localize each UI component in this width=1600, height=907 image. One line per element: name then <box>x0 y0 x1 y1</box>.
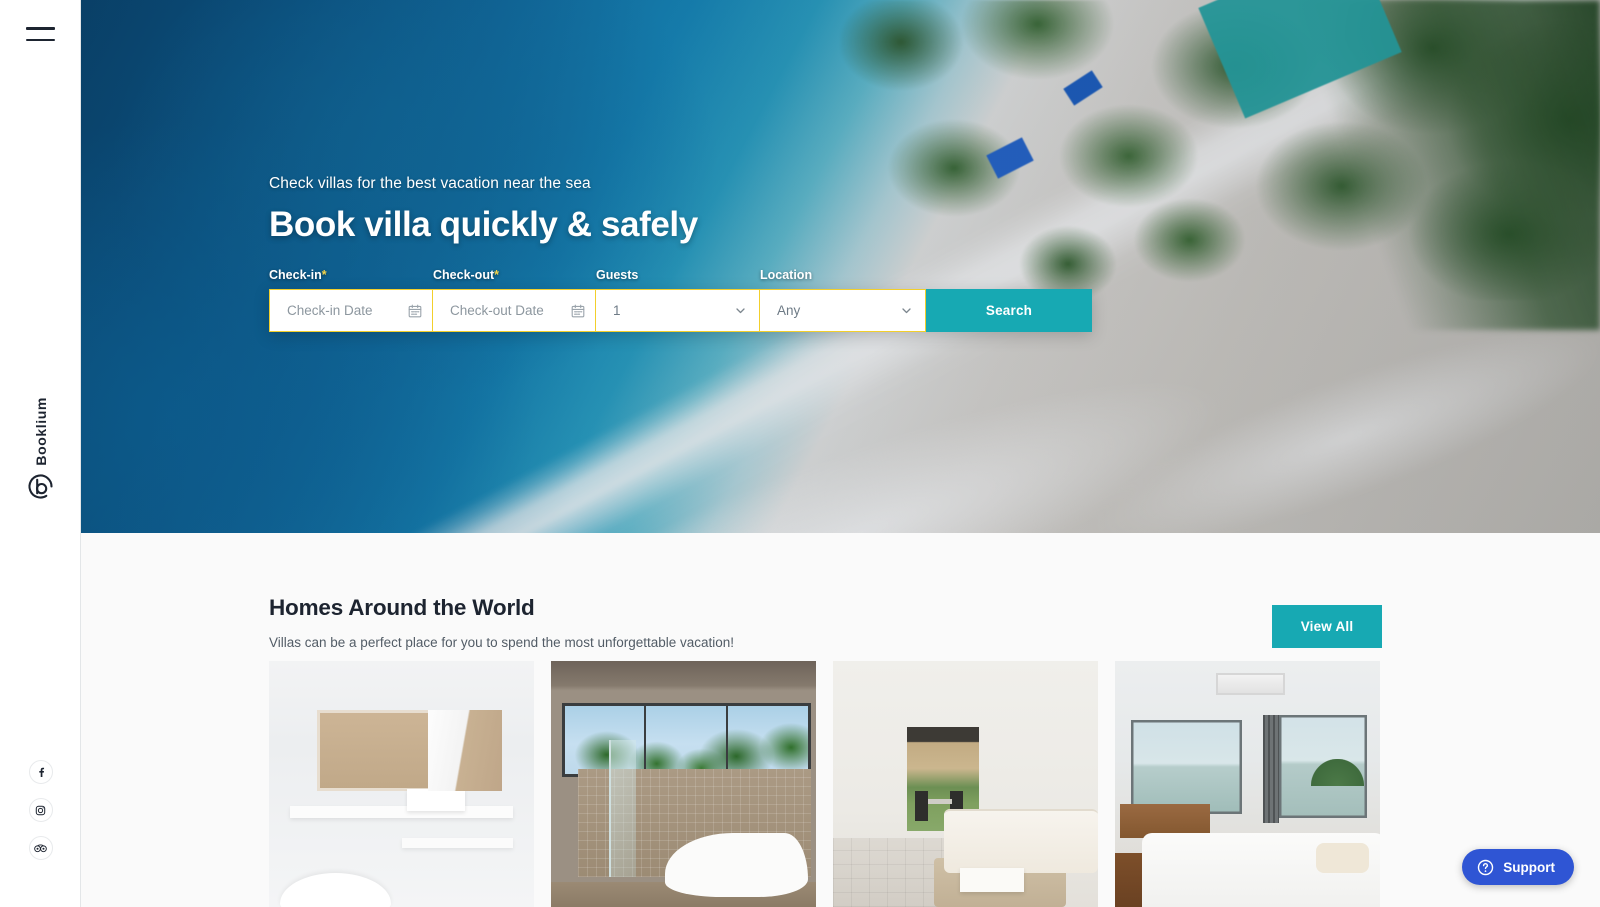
checkin-label-text: Check-in <box>269 268 322 282</box>
facebook-icon[interactable] <box>28 760 53 784</box>
hero-background-image <box>81 0 1600 533</box>
question-circle-icon <box>1478 859 1494 875</box>
search-field-labels: Check-in* Check-out* Guests Location <box>269 268 1092 289</box>
homes-around-the-world-section: Homes Around the World Villas can be a p… <box>81 533 1600 907</box>
left-sidebar: Booklium <box>0 0 81 907</box>
hero-kicker: Check villas for the best vacation near … <box>269 175 591 192</box>
villa-card-2[interactable] <box>551 661 816 907</box>
chevron-down-icon <box>902 308 911 314</box>
checkout-field[interactable] <box>433 289 596 332</box>
support-label: Support <box>1503 859 1555 875</box>
section-title: Homes Around the World <box>269 595 535 620</box>
guests-value: 1 <box>613 303 621 318</box>
location-label: Location <box>760 268 813 282</box>
ceiling-ac-unit-shape <box>1215 673 1285 696</box>
instagram-icon[interactable] <box>28 798 53 822</box>
guests-label: Guests <box>596 268 639 282</box>
villa-card-grid <box>269 661 1380 907</box>
tripadvisor-icon[interactable] <box>28 836 53 860</box>
search-button[interactable]: Search <box>926 289 1092 332</box>
villa-card-4-image <box>1115 661 1380 907</box>
coffee-table-shape <box>960 867 1024 893</box>
social-links <box>0 760 81 860</box>
bathroom-tub-shape <box>279 872 391 907</box>
brand-name-label: Booklium <box>32 396 49 466</box>
hero-section: Check villas for the best vacation near … <box>81 0 1600 533</box>
villa-card-1-image <box>269 661 534 907</box>
bathroom-basin-shape <box>406 788 466 812</box>
section-header: Homes Around the World Villas can be a p… <box>269 595 734 650</box>
required-mark: * <box>494 268 499 282</box>
villa-card-3[interactable] <box>833 661 1098 907</box>
villa-card-1[interactable] <box>269 661 534 907</box>
patio-chair-shape <box>915 791 929 821</box>
calendar-icon <box>571 304 585 317</box>
checkin-input[interactable] <box>287 303 408 318</box>
sea-view-window-shape <box>1130 720 1243 814</box>
hero-title: Book villa quickly & safely <box>269 205 698 244</box>
freestanding-bathtub-shape <box>664 833 809 898</box>
bathroom-counter-shape <box>290 806 513 819</box>
checkout-input[interactable] <box>450 303 571 318</box>
glass-partition-shape <box>609 739 636 878</box>
location-value: Any <box>777 303 801 318</box>
required-mark: * <box>321 268 327 282</box>
hamburger-menu-icon[interactable] <box>26 27 55 43</box>
search-form: Check-in* Check-out* Guests Location Che… <box>269 268 1092 332</box>
search-fields-row: 1 Any Search <box>269 289 1092 332</box>
booklium-logo-icon[interactable] <box>26 472 55 501</box>
section-subtitle: Villas can be a perfect place for you to… <box>269 635 735 650</box>
guests-select[interactable]: 1 <box>596 289 760 332</box>
hero-text-block: Check villas for the best vacation near … <box>269 175 698 245</box>
villa-card-4[interactable] <box>1115 661 1380 907</box>
checkout-label: Check-out* <box>433 268 596 289</box>
curtain-shape <box>1263 715 1280 824</box>
calendar-icon <box>408 304 422 317</box>
page-root: Booklium Check villas for the best vacat… <box>0 0 1600 907</box>
chevron-down-icon <box>736 308 745 314</box>
support-button[interactable]: Support <box>1462 849 1574 885</box>
checkin-label: Check-in* <box>269 268 433 289</box>
island-hill-shape <box>1311 759 1365 787</box>
pillow-shape <box>1316 843 1370 873</box>
villa-card-3-image <box>833 661 1098 907</box>
sofa-shape <box>944 808 1098 873</box>
checkout-label-text: Check-out <box>433 268 495 282</box>
window-frame-shape <box>561 702 811 777</box>
hero-overlay-tint <box>81 0 1600 533</box>
location-select[interactable]: Any <box>760 289 926 332</box>
checkin-field[interactable] <box>269 289 433 332</box>
villa-card-2-image <box>551 661 816 907</box>
patio-table-shape <box>928 798 953 804</box>
bathroom-shelf-shape <box>401 838 513 848</box>
hamburger-bar <box>26 38 55 41</box>
brand-name-vertical[interactable]: Booklium <box>0 386 81 476</box>
hamburger-bar <box>26 27 55 30</box>
view-all-button[interactable]: View All <box>1272 605 1382 648</box>
